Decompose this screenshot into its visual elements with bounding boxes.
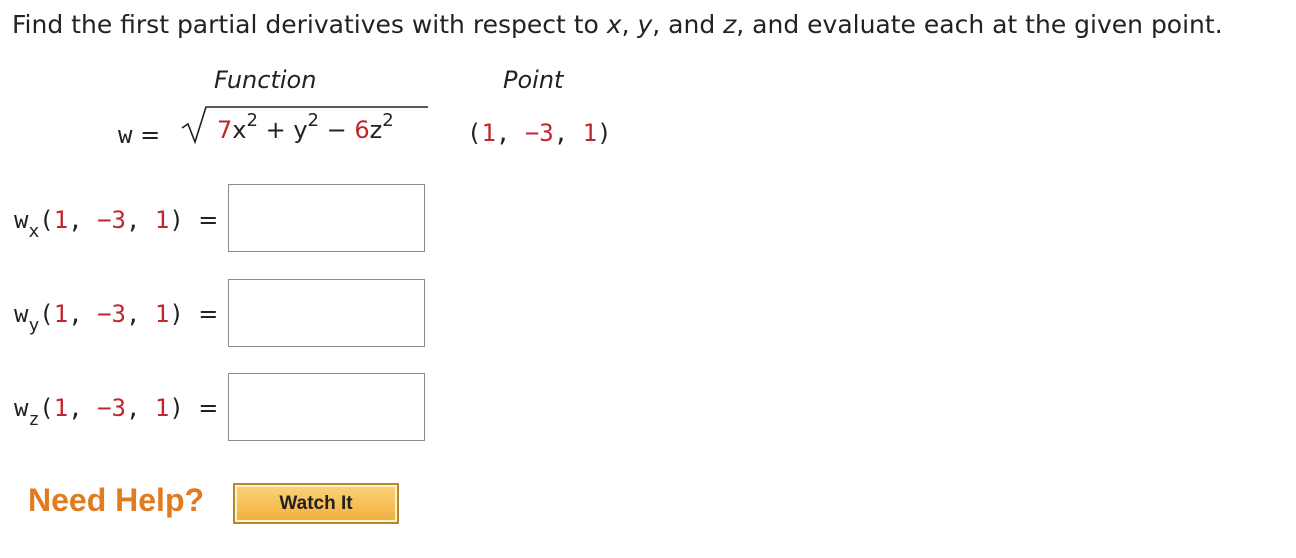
var-x: x — [606, 10, 622, 39]
wy-answer-input[interactable] — [228, 279, 425, 347]
var-z: z — [723, 10, 737, 39]
coefficient-6: 6 — [354, 116, 370, 144]
var-y: y — [637, 10, 653, 39]
point-header: Point — [503, 66, 564, 94]
wx-label: wx(1, −3, 1) = — [14, 206, 219, 242]
need-help-label: Need Help? — [28, 482, 205, 518]
radicand: 7x2 + y2 − 6z2 — [217, 110, 394, 144]
given-point: (1, −3, 1) — [467, 119, 612, 147]
wz-answer-input[interactable] — [228, 373, 425, 441]
function-lhs: w = — [118, 121, 161, 149]
watch-it-button[interactable]: Watch It — [233, 483, 399, 524]
wz-label: wz(1, −3, 1) = — [14, 394, 219, 430]
function-header: Function — [214, 66, 317, 94]
wy-label: wy(1, −3, 1) = — [14, 300, 219, 336]
question-prompt: Find the first partial derivatives with … — [12, 10, 1223, 39]
wx-answer-input[interactable] — [228, 184, 425, 252]
coefficient-7: 7 — [217, 116, 233, 144]
